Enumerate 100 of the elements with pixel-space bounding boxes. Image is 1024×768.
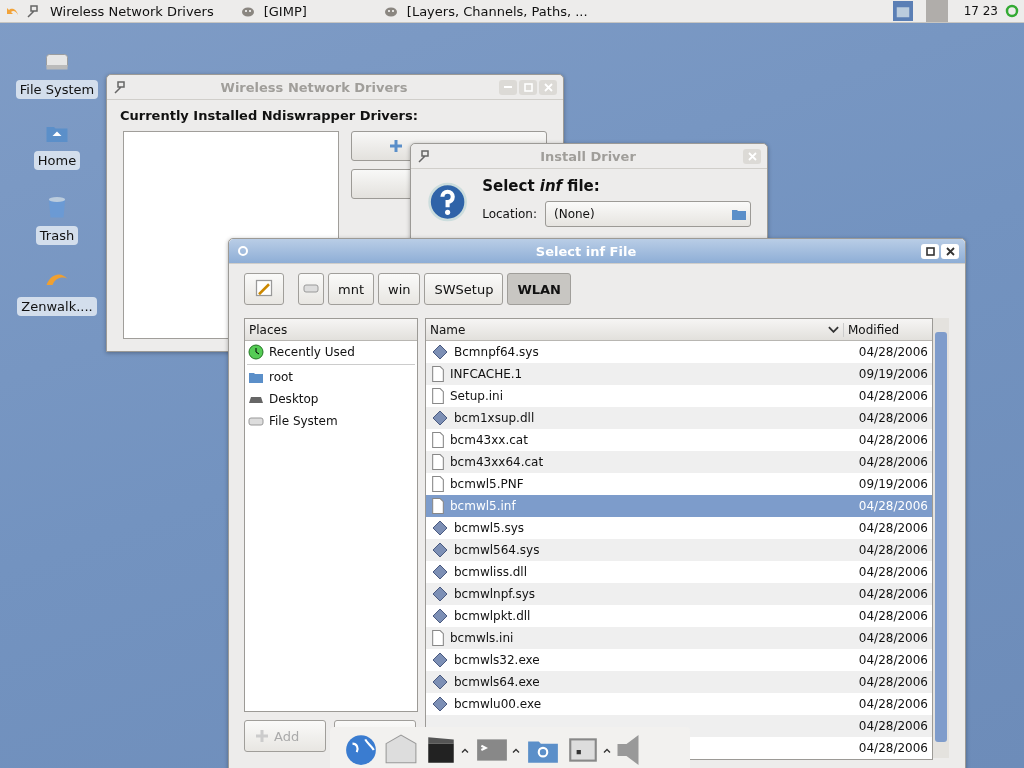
document-icon: [432, 366, 444, 382]
path-button[interactable]: SWSetup: [424, 273, 504, 305]
pencil-icon: [254, 277, 274, 298]
file-date: 04/28/2006: [858, 653, 928, 667]
taskbar-item[interactable]: Wireless Network Drivers: [26, 3, 214, 19]
desktop-icon-label[interactable]: File System: [15, 80, 99, 99]
path-button[interactable]: win: [378, 273, 421, 305]
location-label: Location:: [482, 207, 537, 221]
file-date: 04/28/2006: [858, 543, 928, 557]
file-date: 04/28/2006: [858, 411, 928, 425]
file-name: bcmwlpkt.dll: [454, 609, 531, 623]
window-title: Wireless Network Drivers: [219, 79, 409, 95]
taskbar-item[interactable]: [Layers, Channels, Paths, ...: [382, 3, 588, 19]
location-picker[interactable]: (None): [545, 201, 751, 227]
maximize-icon[interactable]: [925, 246, 935, 256]
diamond-file-icon: [432, 674, 448, 690]
file-date: 04/28/2006: [858, 521, 928, 535]
desktop-icon-label[interactable]: Home: [33, 151, 81, 170]
file-name: bcmwliss.dll: [454, 565, 527, 579]
document-icon: [432, 388, 444, 404]
taskbar-item[interactable]: [GIMP]: [239, 3, 307, 19]
section-heading: Currently Installed Ndiswrapper Drivers:: [119, 107, 419, 125]
file-name: bcm43xx64.cat: [450, 455, 544, 469]
file-date: 04/28/2006: [858, 389, 928, 403]
diamond-file-icon: [432, 520, 448, 536]
place-item[interactable]: Recently Used: [245, 341, 417, 363]
file-row[interactable]: bcm1xsup.dll 04/28/2006: [426, 407, 932, 429]
file-date: 04/28/2006: [858, 741, 928, 755]
diamond-file-icon: [432, 564, 448, 580]
place-item[interactable]: Desktop: [245, 388, 417, 410]
diamond-file-icon: [432, 696, 448, 712]
document-icon: [432, 630, 444, 646]
file-row[interactable]: bcm43xx64.cat 04/28/2006: [426, 451, 932, 473]
file-name: bcmwl5.sys: [454, 521, 525, 535]
file-date: 04/28/2006: [858, 565, 928, 579]
file-name: bcmwls.ini: [450, 631, 514, 645]
file-date: 04/28/2006: [858, 697, 928, 711]
file-date: 04/28/2006: [858, 675, 928, 689]
file-name: bcmwl5.PNF: [450, 477, 524, 491]
window-title: Select inf File: [534, 243, 638, 259]
desktop-icon-label[interactable]: Trash: [35, 226, 79, 245]
caret-icon[interactable]: [512, 747, 520, 753]
file-date: 04/28/2006: [858, 345, 928, 359]
diamond-file-icon: [432, 586, 448, 602]
window-title: Install Driver: [539, 148, 637, 164]
file-date: 04/28/2006: [858, 433, 928, 447]
file-name: bcmwls64.exe: [454, 675, 540, 689]
place-item[interactable]: root: [245, 366, 417, 388]
column-header[interactable]: Name: [430, 322, 844, 337]
clock-icon: [248, 344, 264, 360]
file-date: 04/28/2006: [858, 719, 928, 733]
diamond-file-icon: [432, 608, 448, 624]
clock: 17 23: [963, 4, 998, 18]
document-icon: [432, 432, 444, 448]
file-date: 04/28/2006: [858, 609, 928, 623]
question-icon: [427, 180, 469, 224]
file-name: bcmwls32.exe: [454, 653, 540, 667]
file-name: INFCACHE.1: [450, 367, 523, 381]
diamond-file-icon: [432, 410, 448, 426]
file-row[interactable]: bcmwls64.exe 04/28/2006: [426, 671, 932, 693]
file-name: bcmwl564.sys: [454, 543, 540, 557]
close-icon[interactable]: [945, 246, 955, 256]
desktop-icon-label[interactable]: Zenwalk....: [17, 297, 97, 316]
plus-icon: [388, 138, 404, 154]
file-row[interactable]: bcmwls.ini 04/28/2006: [426, 627, 932, 649]
document-icon: [432, 454, 444, 470]
file-date: 04/28/2006: [858, 587, 928, 601]
close-button[interactable]: [941, 243, 959, 259]
prompt-text: Select inf file:: [482, 177, 601, 195]
file-row[interactable]: INFCACHE.1 09/19/2006: [426, 363, 932, 385]
file-name: bcm1xsup.dll: [454, 411, 535, 425]
edit-path-button[interactable]: [244, 273, 284, 305]
file-date: 04/28/2006: [858, 455, 928, 469]
file-name: Setup.ini: [450, 389, 503, 403]
plus-icon: [254, 728, 270, 744]
file-name: Bcmnpf64.sys: [454, 345, 539, 359]
caret-icon[interactable]: [603, 747, 611, 753]
drive-path-button[interactable]: [298, 273, 324, 305]
file-name: bcmwl5.inf: [450, 499, 516, 513]
column-header[interactable]: Modified: [844, 322, 928, 337]
caret-icon[interactable]: [461, 747, 469, 753]
path-button[interactable]: mnt: [328, 273, 374, 305]
file-row[interactable]: bcmwl564.sys 04/28/2006: [426, 539, 932, 561]
file-name: bcmwlnpf.sys: [454, 587, 536, 601]
maximize-button[interactable]: [921, 243, 939, 259]
document-icon: [432, 476, 444, 492]
file-date: 04/28/2006: [858, 631, 928, 645]
diamond-file-icon: [432, 652, 448, 668]
scrollbar[interactable]: [933, 318, 949, 758]
path-button[interactable]: WLAN: [507, 273, 571, 305]
file-date: 09/19/2006: [858, 367, 928, 381]
place-item[interactable]: File System: [245, 410, 417, 432]
file-name: bcm43xx.cat: [450, 433, 528, 447]
document-icon: [432, 498, 444, 514]
column-header[interactable]: Places: [245, 319, 417, 341]
file-date: 04/28/2006: [858, 499, 928, 513]
diamond-file-icon: [432, 542, 448, 558]
chevron-down-icon[interactable]: [828, 326, 839, 333]
file-row[interactable]: bcmwlnpf.sys 04/28/2006: [426, 583, 932, 605]
file-name: bcmwlu00.exe: [454, 697, 542, 711]
